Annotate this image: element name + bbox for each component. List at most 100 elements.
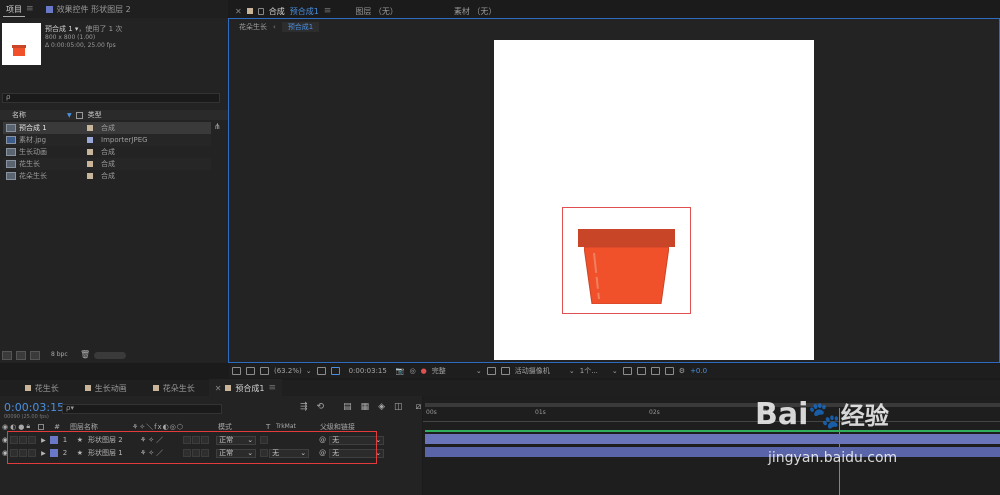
preview-name: 预合成 1 ▾，使用了 1 次 — [45, 24, 122, 34]
label-swatch — [87, 137, 93, 143]
menu-icon[interactable]: ≡ — [269, 383, 277, 393]
timeline-tab-active[interactable]: ✕ 预合成1 ≡ — [208, 379, 283, 397]
ruler-tick: 00s — [426, 409, 437, 416]
close-icon[interactable]: ✕ — [215, 384, 222, 393]
breadcrumb-parent[interactable]: 花朵生长 — [239, 22, 267, 32]
gear-icon[interactable]: ⚙ — [679, 367, 685, 375]
visibility-eye-icon: ◉ — [2, 422, 9, 431]
timeline-tab[interactable]: 花朵生长 — [147, 379, 201, 397]
project-item-type: 合成 — [101, 172, 115, 180]
timeline-tab-label: 生长动画 — [94, 383, 127, 393]
project-search-input[interactable]: ρ — [2, 93, 220, 103]
color-channel-icon[interactable]: ● — [421, 367, 427, 375]
timeline-icon[interactable] — [650, 367, 660, 375]
new-folder-button[interactable] — [16, 351, 26, 360]
label-color-icon — [84, 385, 91, 391]
layer-column-header: ◉ ◐ ● 🔒︎ # 图层名称 ⚘✧＼fx◐◎⬡ 模式 T TrkMat 父级和… — [0, 422, 422, 431]
col-parent-header[interactable]: 父级和链接 — [320, 422, 355, 432]
graph-editor-icon[interactable]: ◫ — [394, 402, 403, 412]
timeline-tab[interactable]: ✕ 花生长 — [8, 379, 65, 397]
chevron-down-icon: ⌄ — [475, 367, 482, 375]
monitor-icon[interactable] — [246, 367, 255, 375]
transparency-grid-icon[interactable] — [500, 367, 510, 375]
trash-icon[interactable]: 🗑 — [80, 350, 90, 359]
always-preview-icon[interactable] — [232, 367, 241, 375]
layer-bar[interactable] — [425, 447, 1000, 457]
graph-toggle-icon[interactable]: ⧄ — [416, 402, 422, 412]
breadcrumb-chevron-icon: ‹ — [273, 23, 276, 31]
solo-icon: ● — [18, 422, 25, 431]
tab-layer-label: 图层 （无） — [355, 6, 398, 16]
project-item[interactable]: 花朵生长 合成 — [3, 170, 211, 182]
project-panel: 预合成 1 ▾，使用了 1 次 800 x 800 (1.00) Δ 0:00:… — [0, 18, 228, 363]
flowchart-icon[interactable]: ⋔ — [214, 122, 221, 131]
roi-icon[interactable] — [486, 367, 496, 375]
composition-icon — [6, 148, 16, 156]
breadcrumb-current[interactable]: 预合成1 — [281, 22, 320, 32]
preview-usage: ，使用了 1 次 — [78, 25, 123, 33]
project-item[interactable]: 预合成 1 合成 — [3, 122, 211, 134]
project-item-name: 花生长 — [19, 160, 40, 168]
current-time-display[interactable]: 0:00:03:15 — [4, 401, 64, 414]
tab-effect-controls[interactable]: 效果控件 形状图层 2 — [40, 0, 137, 18]
views-dropdown[interactable]: 1个... ⌄ — [580, 366, 618, 376]
draft-3d-icon[interactable]: ⟲ — [317, 402, 325, 412]
col-t-header: T — [265, 422, 271, 431]
tab-footage-label: 素材 （无） — [453, 6, 497, 16]
timeline-tab[interactable]: 生长动画 — [79, 379, 133, 397]
project-item-type: 合成 — [101, 148, 115, 156]
label-tag-icon — [38, 423, 45, 430]
time-ruler[interactable]: 00s 01s 02s 03s 04s — [423, 408, 1000, 422]
col-trkmat-header[interactable]: TrkMat — [276, 423, 320, 430]
label-color-icon — [225, 385, 232, 391]
toggle-pixel-aspect-icon[interactable] — [622, 367, 632, 375]
pot-thumbnail-body — [13, 48, 25, 56]
menu-icon[interactable]: ≡ — [324, 6, 332, 16]
label-swatch — [87, 161, 93, 167]
timeline-tab-label: 预合成1 — [235, 383, 265, 393]
composition-flowchart-icon[interactable]: ⇶ — [300, 402, 308, 412]
work-area-bar[interactable] — [425, 403, 1000, 407]
pot-body-shape[interactable] — [584, 247, 669, 304]
frame-blending-icon[interactable]: ▦ — [361, 402, 370, 412]
close-icon[interactable]: ✕ — [235, 7, 242, 16]
camera-dropdown[interactable]: 活动摄像机 ⌄ — [515, 366, 575, 376]
bpc-button[interactable]: 8 bpc — [51, 351, 68, 358]
menu-icon[interactable]: ≡ — [26, 4, 34, 14]
project-item[interactable]: 素材.jpg ImporterJPEG — [3, 134, 211, 146]
project-item-type: 合成 — [101, 124, 115, 132]
zoom-dropdown[interactable]: (63.2%) ⌄ — [274, 367, 312, 375]
region-icon[interactable] — [330, 367, 340, 375]
project-item[interactable]: 生长动画 合成 — [3, 146, 211, 158]
timeline-graph-area[interactable]: 00s 01s 02s 03s 04s — [423, 396, 1000, 495]
project-item-name: 素材.jpg — [19, 136, 47, 144]
switches-header-icons: ⚘✧＼fx◐◎⬡ — [131, 422, 185, 431]
motion-blur-icon[interactable]: ◈ — [378, 402, 385, 412]
viewer-breadcrumb: 花朵生长 ‹ 预合成1 — [239, 21, 320, 33]
pot-body-fill — [584, 247, 669, 304]
fast-preview-icon[interactable] — [636, 367, 646, 375]
pot-rim-shape[interactable] — [578, 229, 675, 247]
col-type-header[interactable]: 类型 — [88, 110, 102, 120]
col-mode-header[interactable]: 模式 — [218, 422, 266, 432]
label-tag-icon — [75, 111, 83, 119]
exposure-value[interactable]: +0.0 — [690, 367, 707, 375]
interpret-footage-button[interactable] — [2, 351, 12, 360]
mask-toggle-icon[interactable] — [260, 367, 269, 375]
grid-icon[interactable] — [316, 367, 326, 375]
project-item[interactable]: 花生长 合成 — [3, 158, 211, 170]
camera-snapshot-icon[interactable]: 📷 — [396, 367, 405, 375]
lock-icon[interactable] — [257, 7, 264, 15]
col-layer-name-header[interactable]: 图层名称 — [70, 422, 132, 432]
quality-dropdown[interactable]: 完整 ⌄ — [432, 366, 482, 376]
flowchart-icon[interactable] — [664, 367, 674, 375]
new-composition-button[interactable] — [30, 351, 40, 360]
col-name-header[interactable]: 名称 — [12, 110, 67, 120]
layer-bar[interactable] — [425, 434, 1000, 444]
preview-size: 800 x 800 (1.00) — [45, 34, 96, 41]
project-scrollbar[interactable] — [94, 352, 126, 359]
shy-layers-icon[interactable]: ▤ — [343, 402, 352, 412]
timeline-search-input[interactable]: ρ▾ — [62, 404, 222, 414]
viewer-timecode[interactable]: 0:00:03:15 — [349, 367, 387, 375]
show-snapshot-icon[interactable]: ◎ — [410, 367, 416, 375]
